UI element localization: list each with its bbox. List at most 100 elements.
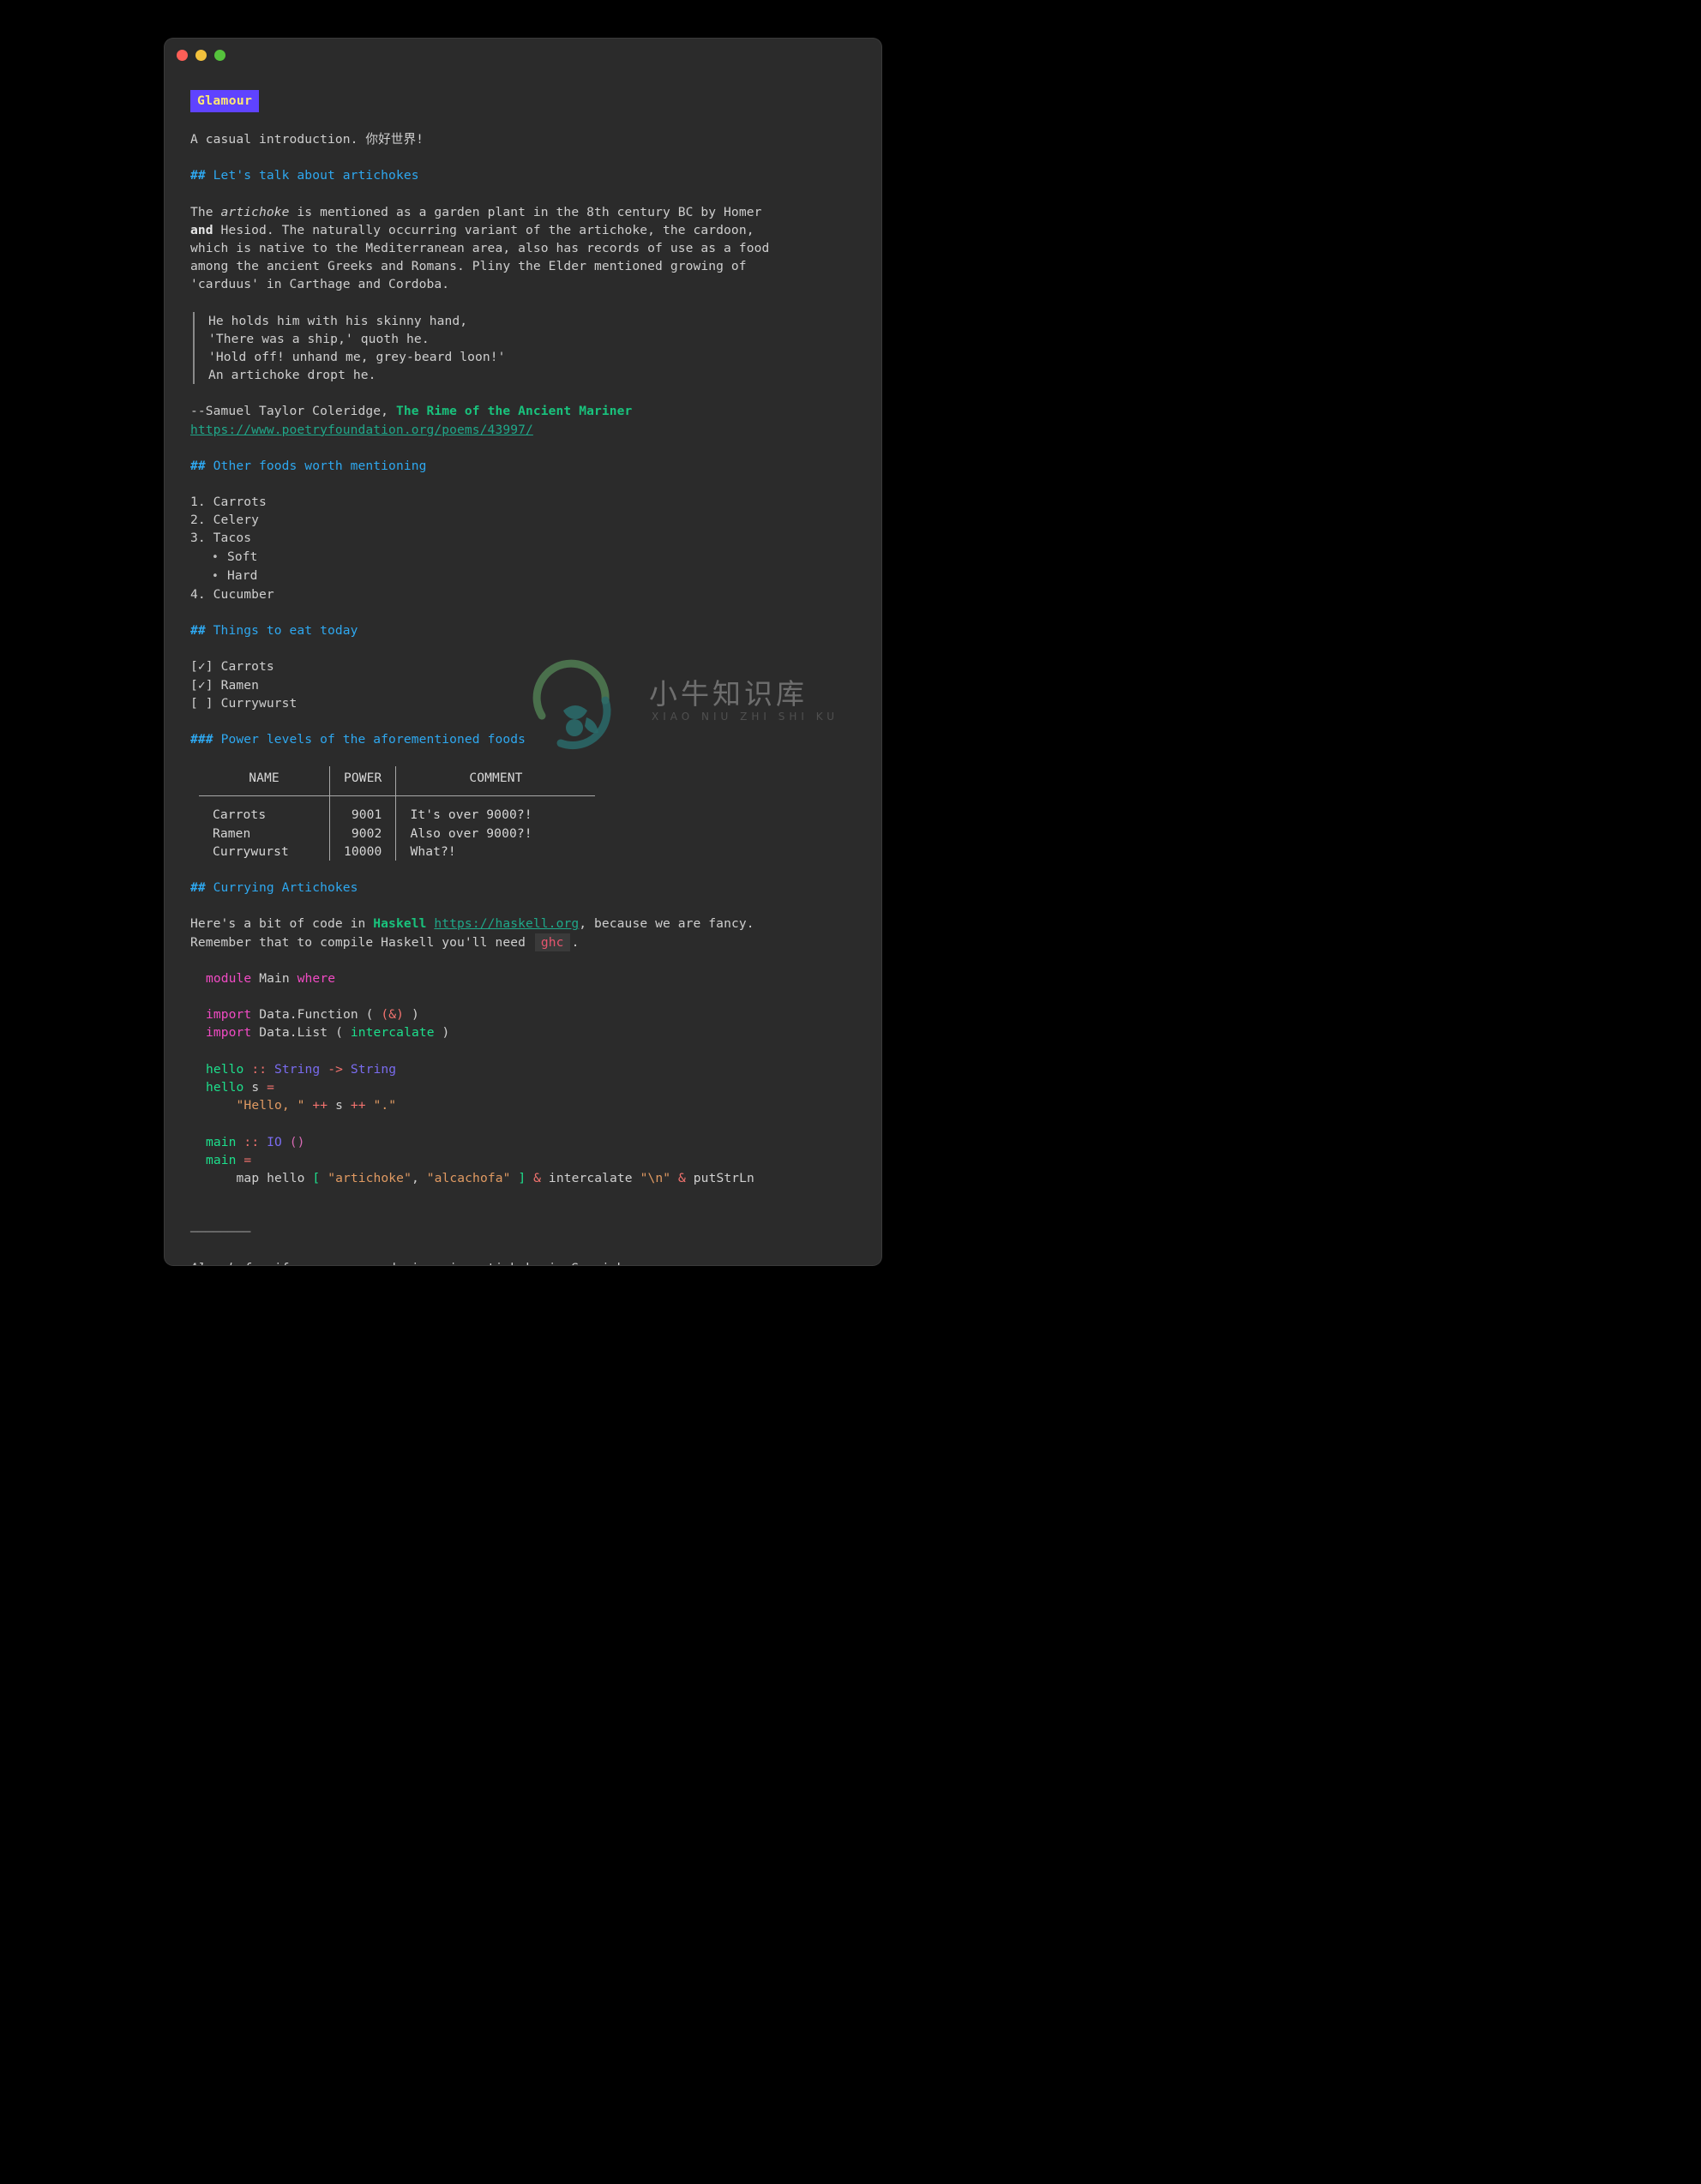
list-label: Carrots: [213, 495, 267, 510]
book-title: The Rime of the Ancient Mariner: [395, 404, 633, 419]
list-marker: 1.: [190, 495, 206, 510]
code-param-s: s: [243, 1079, 267, 1095]
list-item: 3. Tacos: [190, 529, 856, 547]
code-import-module: Data.List (: [251, 1025, 351, 1041]
para-bold: and: [190, 222, 213, 237]
footer-note: Alcachofa, if you were wondering, is art…: [190, 1259, 856, 1265]
heading-other-foods: ## Other foods worth mentioning: [190, 457, 856, 475]
code-type-string: String: [350, 1061, 397, 1077]
para-mid: is mentioned as a garden plant in the 8t…: [297, 204, 762, 219]
list-marker: 4.: [190, 587, 206, 603]
heading-hashes: ##: [190, 880, 206, 896]
code-string-hello: "Hello, ": [236, 1098, 305, 1113]
nested-taco-list: Soft Hard: [190, 548, 856, 585]
task-item[interactable]: [✓] Carrots: [190, 657, 856, 675]
task-item[interactable]: [ ] Currywurst: [190, 694, 856, 712]
column-header-power: POWER: [329, 766, 397, 797]
list-marker: 2.: [190, 513, 206, 528]
list-item: 1. Carrots: [190, 493, 856, 511]
code-operator-amp: &: [533, 1170, 542, 1185]
code-var-s: s: [335, 1098, 343, 1113]
heading-text: Let's talk about artichokes: [213, 168, 419, 183]
list-item: 2. Celery: [190, 511, 856, 529]
code-unit-parens: (): [281, 1134, 305, 1149]
table-body: Carrots 9001 It's over 9000?! Ramen 9002…: [199, 795, 595, 861]
haskell-link[interactable]: https://haskell.org: [434, 916, 579, 931]
heading-currying: ## Currying Artichokes: [190, 879, 856, 897]
code-string-newline: "\n": [640, 1170, 671, 1185]
heading-text: Currying Artichokes: [213, 880, 358, 896]
nested-list-wrapper: Soft Hard: [190, 548, 856, 585]
heading-hashes: ##: [190, 168, 206, 183]
haskell-bold: Haskell: [373, 916, 427, 932]
code-keyword-import: import: [206, 1007, 252, 1023]
intro-pre: Here's a bit of code in: [190, 916, 374, 932]
heading-power-levels: ### Power levels of the aforementioned f…: [190, 730, 856, 748]
checkbox-unchecked-icon[interactable]: [ ]: [190, 696, 213, 711]
inline-code-ghc: ghc: [534, 933, 570, 951]
code-operator-append: ++: [342, 1098, 374, 1113]
code-operator-append: ++: [304, 1098, 336, 1113]
list-item: Soft: [212, 548, 856, 567]
cell-comment: What?!: [410, 843, 456, 859]
cell-comment: It's over 9000?!: [410, 807, 532, 823]
table-row: Currywurst 10000 What?!: [199, 842, 595, 861]
ordered-food-list: 1. Carrots 2. Celery 3. Tacos Soft Hard …: [190, 493, 856, 603]
code-function-intercalate: intercalate: [350, 1025, 435, 1041]
heading-hashes: ##: [190, 458, 206, 473]
code-string-period: ".": [373, 1098, 397, 1113]
window-titlebar: [165, 39, 881, 71]
code-comma: ,: [411, 1170, 427, 1185]
close-button[interactable]: [177, 49, 188, 61]
code-operator-coloncolon: ::: [243, 1061, 274, 1077]
checkbox-checked-icon[interactable]: [✓]: [190, 659, 213, 674]
list-label: Tacos: [213, 531, 252, 546]
column-header-comment: COMMENT: [395, 766, 596, 797]
code-bracket-open: [: [312, 1170, 328, 1185]
minimize-button[interactable]: [195, 49, 207, 61]
title-badge: Glamour: [190, 90, 260, 113]
haskell-code-block: module Main where import Data.Function (…: [190, 969, 856, 1187]
intro-tail: .: [571, 934, 580, 950]
poetry-foundation-link[interactable]: https://www.poetryfoundation.org/poems/4…: [190, 423, 533, 437]
code-keyword-import: import: [206, 1025, 252, 1041]
code-bracket-close: ]: [510, 1170, 534, 1185]
code-type-io: IO: [267, 1134, 282, 1149]
heading-text: Other foods worth mentioning: [213, 458, 427, 473]
code-string-artichoke: "artichoke": [328, 1170, 412, 1185]
list-label: Celery: [213, 513, 259, 528]
code-type-string: String: [273, 1061, 321, 1077]
markdown-document: Glamour A casual introduction. 你好世界! ## …: [165, 71, 881, 1265]
heading-hashes: ###: [190, 732, 213, 747]
checkbox-checked-icon[interactable]: [✓]: [190, 678, 213, 693]
intro-paragraph: A casual introduction. 你好世界!: [190, 132, 424, 147]
code-function-main: main: [206, 1134, 237, 1149]
cell-power: 10000: [329, 842, 397, 861]
code-keyword-module: module: [206, 970, 252, 986]
terminal-window: 小牛知识库 XIAO NIU ZHI SHI KU Glamour A casu…: [165, 39, 881, 1265]
code-operator-equals: =: [267, 1079, 274, 1095]
task-label: Ramen: [220, 677, 259, 693]
list-item: 4. Cucumber: [190, 585, 856, 603]
task-item[interactable]: [✓] Ramen: [190, 676, 856, 694]
heading-text: Things to eat today: [213, 623, 358, 639]
code-function-main: main: [206, 1152, 237, 1167]
list-marker: 3.: [190, 531, 206, 546]
para-pre: The: [190, 204, 221, 219]
heading-text: Power levels of the aforementioned foods: [220, 732, 526, 747]
currying-intro: Here's a bit of code in Haskell https://…: [190, 915, 856, 951]
cell-name: Currywurst: [199, 842, 330, 861]
task-list: [✓] Carrots [✓] Ramen [ ] Currywurst: [190, 657, 856, 712]
title-badge-row: Glamour: [190, 90, 856, 113]
code-import-tail: ): [404, 1007, 419, 1023]
blockquote: He holds him with his skinny hand, 'Ther…: [193, 311, 856, 385]
footer-italic: Alcachofa: [190, 1261, 259, 1265]
code-operator-equals: =: [236, 1152, 252, 1167]
maximize-button[interactable]: [214, 49, 225, 61]
para-italic: artichoke: [220, 204, 290, 219]
heading-hashes: ##: [190, 623, 206, 639]
table-row: Carrots 9001 It's over 9000?!: [199, 795, 595, 825]
list-item: Hard: [212, 567, 856, 585]
heading-eat-today: ## Things to eat today: [190, 621, 856, 639]
code-intercalate-call: intercalate: [541, 1170, 640, 1185]
